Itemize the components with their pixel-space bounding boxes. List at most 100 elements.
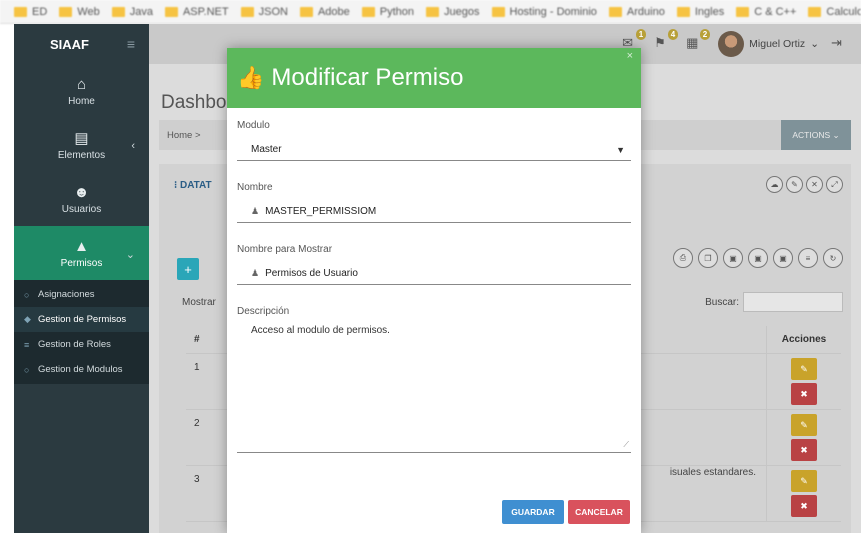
- delete-button[interactable]: ✖: [791, 495, 817, 517]
- row-description: isuales estandares.: [669, 467, 756, 478]
- page-title: Dashboa: [161, 92, 238, 113]
- thumbs-up-icon: 👍: [237, 65, 265, 90]
- circle-icon: ○: [24, 364, 30, 375]
- edit-button[interactable]: ✎: [791, 358, 817, 380]
- folder-icon: [676, 6, 690, 17]
- bookmark[interactable]: Hosting - Dominio: [491, 6, 597, 18]
- actions-button[interactable]: ACTIONS ⌄: [781, 120, 851, 150]
- folder-icon: [736, 6, 750, 17]
- chevron-down-icon: ⌄: [125, 249, 135, 261]
- bookmark[interactable]: Ingles: [676, 6, 724, 18]
- nombre-input[interactable]: ♟ MASTER_PERMISSIOM: [237, 201, 631, 223]
- breadcrumb-home[interactable]: Home >: [167, 130, 201, 141]
- book-icon: ▤: [74, 130, 89, 147]
- logout-icon[interactable]: ⇥: [831, 35, 851, 53]
- print-icon[interactable]: ⎙: [673, 248, 693, 268]
- modal-title: Modificar Permiso: [271, 64, 464, 91]
- bookmark[interactable]: ED: [14, 6, 47, 18]
- folder-icon: [240, 6, 254, 17]
- bookmark[interactable]: Java: [111, 6, 153, 18]
- row-actions: ✎ ✖: [766, 410, 841, 465]
- edit-button[interactable]: ✎: [791, 470, 817, 492]
- avatar: [718, 31, 745, 57]
- delete-button[interactable]: ✖: [791, 383, 817, 405]
- folder-icon: [111, 6, 125, 17]
- csv-icon[interactable]: ▣: [773, 248, 793, 268]
- bookmark[interactable]: Juegos: [426, 6, 480, 18]
- trash-icon[interactable]: ✕: [806, 176, 823, 193]
- shield-icon: ◆: [24, 314, 31, 324]
- subitem-asignaciones[interactable]: ○ Asignaciones: [14, 282, 149, 307]
- panel-tools: ☁ ✎ ✕ ⤢: [766, 176, 843, 193]
- column-header-acciones: Acciones: [766, 326, 841, 353]
- folder-icon: [299, 6, 313, 17]
- sidebar: SIAAF ≡ ⌂ Home ▤ Elementos ‹ ☻ Usuarios ▲ Perm…: [14, 24, 149, 533]
- upload-icon[interactable]: ☁: [766, 176, 783, 193]
- guardar-button[interactable]: GUARDAR: [502, 500, 564, 524]
- hamburger-icon[interactable]: ≡: [127, 36, 135, 52]
- user-icon: ♟: [251, 268, 260, 278]
- mostrar-field: Nombre para Mostrar ♟ Permisos de Usuario: [237, 244, 631, 285]
- sidebar-item-elementos[interactable]: ▤ Elementos ‹: [14, 118, 149, 172]
- sidebar-item-usuarios[interactable]: ☻ Usuarios: [14, 172, 149, 226]
- caret-down-icon: ▼: [616, 144, 625, 155]
- add-button[interactable]: +: [177, 258, 199, 280]
- resize-handle-icon[interactable]: ⟋: [623, 440, 629, 450]
- panel-title: ⁝ DATAT: [174, 180, 212, 191]
- mostrar-label: Mostrar: [182, 297, 216, 308]
- subitem-gestion-modulos[interactable]: ○ Gestion de Modulos: [14, 357, 149, 382]
- refresh-icon[interactable]: ↻: [823, 248, 843, 268]
- delete-button[interactable]: ✖: [791, 439, 817, 461]
- column-header[interactable]: #: [186, 334, 214, 345]
- folder-icon: [426, 6, 440, 17]
- folder-icon: [14, 6, 27, 17]
- cancelar-button[interactable]: CANCELAR: [568, 500, 630, 524]
- bookmark[interactable]: Web: [59, 6, 100, 18]
- users-icon: ☻: [73, 183, 90, 201]
- list-icon: ≡: [24, 339, 30, 350]
- copy-icon[interactable]: ❐: [698, 248, 718, 268]
- edit-button[interactable]: ✎: [791, 414, 817, 436]
- bookmark[interactable]: ASP.NET: [164, 6, 229, 18]
- home-icon: ⌂: [76, 75, 87, 93]
- close-icon[interactable]: ×: [627, 50, 633, 62]
- alerts-icon[interactable]: ⚑ 4: [654, 29, 679, 53]
- subitem-gestion-roles[interactable]: ≡ Gestion de Roles: [14, 332, 149, 357]
- bookmark[interactable]: Arduino: [608, 6, 665, 18]
- folder-icon: [164, 6, 178, 17]
- sidebar-item-permisos[interactable]: ▲ Permisos ⌄: [14, 226, 149, 280]
- bookmark[interactable]: Calculo: [808, 6, 861, 18]
- nombre-field: Nombre ♟ MASTER_PERMISSIOM: [237, 182, 631, 223]
- search-input[interactable]: [743, 292, 843, 312]
- bookmarks-bar: ED Web Java ASP.NET JSON Adobe Python Ju…: [0, 0, 861, 24]
- chevron-left-icon: ‹: [131, 140, 135, 152]
- mostrar-input[interactable]: ♟ Permisos de Usuario: [237, 263, 631, 285]
- wrench-icon[interactable]: ✎: [786, 176, 803, 193]
- bookmark[interactable]: Python: [361, 6, 414, 18]
- descripcion-textarea[interactable]: Acceso al modulo de permisos. ⟋: [237, 325, 631, 453]
- excel-icon[interactable]: ▣: [748, 248, 768, 268]
- folder-icon: [808, 6, 822, 17]
- subitem-gestion-permisos[interactable]: ◆ Gestion de Permisos: [14, 307, 149, 332]
- columns-icon[interactable]: ≡: [798, 248, 818, 268]
- chevron-down-icon: ⌄: [810, 38, 819, 50]
- pdf-icon[interactable]: ▣: [723, 248, 743, 268]
- calendar-icon[interactable]: ▦ 2: [686, 29, 711, 53]
- folder-icon: [59, 6, 73, 17]
- folder-icon: [361, 6, 375, 17]
- user-icon: ♟: [251, 206, 260, 216]
- brand-logo[interactable]: SIAAF: [50, 37, 89, 52]
- lock-icon: ▲: [74, 237, 89, 255]
- bookmark[interactable]: C & C++: [736, 6, 796, 18]
- user-menu[interactable]: Miguel Ortiz ⌄: [718, 31, 819, 57]
- export-tools: ⎙ ❐ ▣ ▣ ▣ ≡ ↻: [673, 248, 843, 268]
- row-actions: ✎ ✖: [766, 354, 841, 409]
- bookmark[interactable]: Adobe: [299, 6, 350, 18]
- brand: SIAAF ≡: [14, 24, 149, 64]
- modal-header: 👍 Modificar Permiso ×: [227, 48, 641, 108]
- modulo-select[interactable]: Master ▼: [237, 139, 631, 161]
- sidebar-item-home[interactable]: ⌂ Home: [14, 64, 149, 118]
- expand-icon[interactable]: ⤢: [826, 176, 843, 193]
- sidebar-submenu: ○ Asignaciones ◆ Gestion de Permisos ≡ Gest…: [14, 280, 149, 384]
- bookmark[interactable]: JSON: [240, 6, 288, 18]
